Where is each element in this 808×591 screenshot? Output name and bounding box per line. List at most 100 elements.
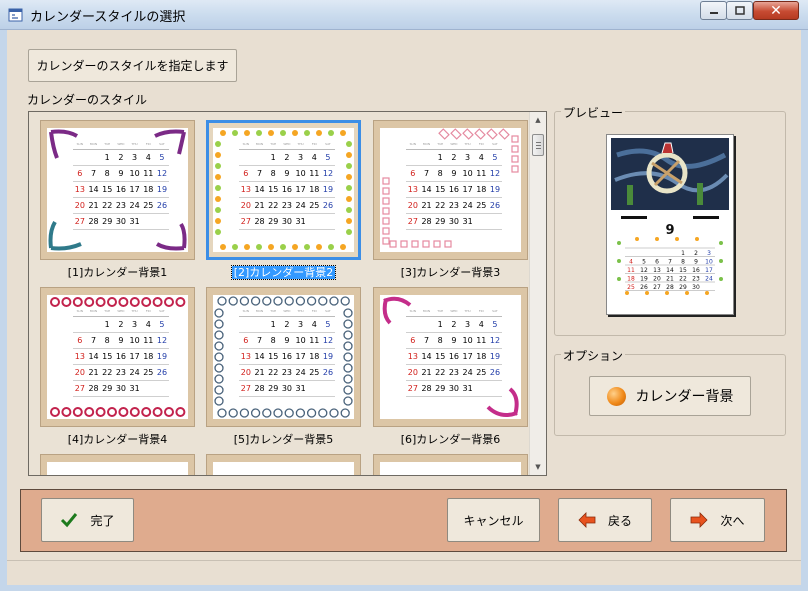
style-list[interactable]: SUN MON TUE WED THU FRI SAT 1 2 3 4 5 6 7 8 9 10 11 12 13 14… [28,111,547,476]
calendar-day: 24 [295,368,306,377]
preview-day: 27 [653,284,661,291]
scroll-up-arrow-icon[interactable]: ▲ [530,112,546,128]
style-tile[interactable]: SUN MON TUE WED THU FRI SAT 1 2 3 4 5 6 7 8 9 10 11 12 13 14… [373,287,528,450]
weekday-label: FRI [145,309,151,313]
preview-day: 11 [627,267,635,274]
next-button[interactable]: 次へ [670,498,765,542]
calendar-week-row: 12345 [406,150,502,166]
style-tile[interactable]: SUN MON TUE WED THU FRI SAT 1 2 3 4 5 6 7 8 9 10 11 12 13 14… [206,287,361,450]
style-tile[interactable]: SUN MON TUE WED THU FRI SAT 1 2 3 4 5 6 7 8 9 10 11 12 13 14… [373,120,528,283]
scroll-down-arrow-icon[interactable]: ▼ [530,459,546,475]
weekday-label: SUN [409,309,417,313]
style-tile[interactable]: SUN MON TUE WED THU FRI SAT 1 2 3 4 5 6 7 8 9 10 11 12 13 14… [40,287,195,450]
calendar-week-row: 6 7 8 9 10 11 12 [73,166,169,182]
style-thumbnail[interactable]: SUN MON TUE WED THU FRI SAT 1 2 3 4 5 6 7 8 9 10 11 12 13 14… [373,287,528,427]
calendar-week-row: 12345 [239,150,335,166]
calendar-day: 15 [102,185,113,194]
maximize-button[interactable] [726,1,753,20]
weekday-label: FRI [311,309,317,313]
preview-group: プレビュー 9 1 2 3 4 5 6 7 8 9 10 11 12 13 14 15 16 17 18 19 20 2… [554,104,786,336]
calendar-day: 5 [325,320,331,329]
style-thumbnail[interactable]: SUN MON TUE WED THU FRI SAT 1 2 3 4 5 6 7 8 9 10 11 12 13 14… [40,287,195,427]
style-tile-label[interactable]: [5]カレンダー背景5 [206,431,361,447]
weekday-label: THU [297,309,304,313]
calendar-day: 9 [118,336,124,345]
calendar-grid: SUN MON TUE WED THU FRI SAT 1 2 3 4 5 6 7 8 9 10 11 12 13 14… [73,309,169,397]
calendar-day: 15 [435,185,446,194]
calendar-day: 26 [322,368,334,377]
minimize-button[interactable] [700,1,727,20]
calendar-day: 25 [309,368,320,377]
calendar-day: 2 [118,320,124,329]
style-tile-label[interactable]: [3]カレンダー背景3 [373,264,528,280]
close-button[interactable]: ✕ [753,1,799,20]
weekday-header: SUN MON TUE WED THU FRI SAT [406,309,502,317]
style-thumbnail[interactable]: SUN MON TUE WED THU FRI SAT 1 2 3 4 5 6 7 8 9 10 11 12 13 14… [373,120,528,260]
calendar-day: 29 [268,217,279,226]
cancel-button[interactable]: キャンセル [447,498,540,542]
scroll-thumb[interactable] [532,134,544,156]
calendar-week-row: 12345 [239,317,335,333]
calendar-week-row: 13 14 15 16 17 18 19 [239,182,335,198]
style-tile[interactable]: SUN MON TUE WED THU FRI SAT 1 2 3 4 5 6 7 8 9 10 11 12 13 14… [206,120,361,283]
style-thumbnail-partial[interactable] [373,454,528,475]
calendar-day: 1 [104,153,110,162]
style-list-scrollbar[interactable]: ▲ ▼ [529,112,546,475]
back-button[interactable]: 戻る [558,498,652,542]
calendar-week-row: 20 21 22 23 24 25 26 [73,365,169,381]
style-tile-label[interactable]: [4]カレンダー背景4 [40,431,195,447]
calendar-background-button[interactable]: カレンダー背景 [589,376,751,416]
style-thumbnail[interactable]: SUN MON TUE WED THU FRI SAT 1 2 3 4 5 6 7 8 9 10 11 12 13 14… [206,287,361,427]
style-thumbnail-partial[interactable] [40,454,195,475]
calendar-week-row: 13 14 15 16 17 18 19 [73,349,169,365]
calendar-day: 12 [322,169,334,178]
calendar-paper: SUN MON TUE WED THU FRI SAT 1 2 3 4 5 6 7 8 9 10 11 12 13 14… [213,128,354,252]
calendar-day [474,381,488,396]
style-thumbnail[interactable]: SUN MON TUE WED THU FRI SAT 1 2 3 4 5 6 7 8 9 10 11 12 13 14… [40,120,195,260]
calendar-day [406,317,420,332]
calendar-day: 22 [102,368,113,377]
calendar-day: 9 [284,169,290,178]
window-frame-right [801,30,808,591]
weekday-label: TUE [437,309,444,313]
done-button[interactable]: 完了 [41,498,134,542]
calendar-day: 11 [476,169,487,178]
calendar-week-row: 27 28 29 30 31 [406,214,502,230]
preview-day: 7 [668,259,672,266]
calendar-day: 26 [489,201,501,210]
style-tile-label[interactable]: [2]カレンダー背景2 [206,264,361,280]
calendar-day: 28 [421,217,432,226]
calendar-day: 16 [448,352,459,361]
calendar-day: 12 [322,336,334,345]
calendar-day: 15 [268,352,279,361]
calendar-day [488,381,502,396]
style-thumbnail[interactable]: SUN MON TUE WED THU FRI SAT 1 2 3 4 5 6 7 8 9 10 11 12 13 14… [206,120,361,260]
calendar-day: 18 [309,185,320,194]
calendar-week-row: 6 7 8 9 10 11 12 [73,333,169,349]
maximize-icon [734,5,745,15]
window-frame-left [0,30,7,591]
calendar-week-row: 6 7 8 9 10 11 12 [239,166,335,182]
footer-bar: 完了 キャンセル 戻る 次へ [20,489,787,552]
calendar-day: 21 [421,368,432,377]
title-bar[interactable]: カレンダースタイルの選択 ✕ [0,0,808,30]
weekday-label: SAT [492,309,498,313]
weekday-label: SAT [159,142,165,146]
calendar-day: 14 [88,352,99,361]
style-tile-label-text: [3]カレンダー背景3 [400,266,501,279]
style-tile-label[interactable]: [6]カレンダー背景6 [373,431,528,447]
style-tile[interactable]: SUN MON TUE WED THU FRI SAT 1 2 3 4 5 6 7 8 9 10 11 12 13 14… [40,120,195,283]
calendar-day: 28 [254,217,265,226]
preview-calendar-art: 9 1 2 34 5 6 7 8 9 1011 12 13 14 15 16 1718 19 20 21 22 23 2… [611,138,729,295]
calendar-day [420,317,434,332]
style-tile-label[interactable]: [1]カレンダー背景1 [40,264,195,280]
calendar-week-row: 6 7 8 9 10 11 12 [406,166,502,182]
style-thumbnail-partial[interactable] [206,454,361,475]
weekday-label: THU [131,142,138,146]
calendar-day: 26 [156,368,168,377]
calendar-day: 31 [295,384,306,393]
calendar-day: 5 [159,153,165,162]
preview-month: 9 [665,223,674,238]
calendar-day [253,317,267,332]
style-instruction-button[interactable]: カレンダーのスタイルを指定します [28,49,237,82]
